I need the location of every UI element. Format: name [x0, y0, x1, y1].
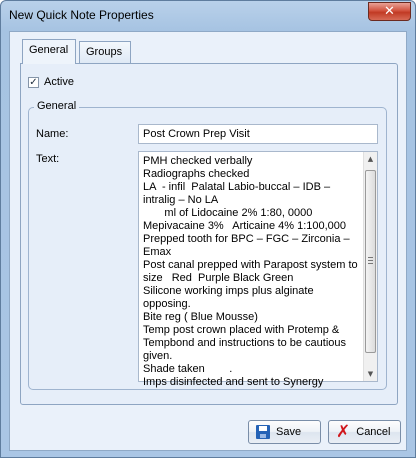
- close-icon: ✕: [384, 4, 395, 19]
- scroll-thumb[interactable]: [365, 170, 376, 353]
- text-label: Text:: [36, 153, 60, 165]
- save-button-label: Save: [276, 426, 302, 438]
- name-label: Name:: [36, 128, 69, 140]
- cancel-button-label: Cancel: [356, 426, 391, 438]
- cross-icon: ✗: [336, 422, 351, 442]
- tab-general[interactable]: General: [22, 39, 76, 64]
- scroll-up-arrow-icon[interactable]: ▲: [364, 152, 377, 166]
- general-groupbox-title: General: [34, 100, 80, 112]
- scroll-down-arrow-icon[interactable]: ▼: [364, 367, 377, 381]
- title-bar[interactable]: New Quick Note Properties ✕: [1, 1, 415, 31]
- window-title: New Quick Note Properties: [9, 8, 154, 22]
- save-button[interactable]: Save: [248, 420, 321, 444]
- dialog-window: New Quick Note Properties ✕ General Grou…: [0, 0, 416, 458]
- text-textarea-content[interactable]: PMH checked verbally Radiographs checked…: [143, 155, 361, 389]
- tab-groups[interactable]: Groups: [79, 41, 131, 63]
- cancel-button[interactable]: ✗ Cancel: [328, 420, 401, 444]
- tab-groups-label: Groups: [86, 46, 123, 58]
- close-button[interactable]: ✕: [368, 2, 411, 21]
- text-scrollbar[interactable]: ▲ ▼: [363, 152, 377, 381]
- active-checkbox-label: Active: [44, 76, 74, 88]
- name-input[interactable]: [138, 124, 378, 144]
- scroll-grip-icon: [368, 257, 373, 264]
- dialog-client-area: General Groups ✓ Active General Name: Te…: [9, 31, 407, 451]
- active-checkbox-row[interactable]: ✓ Active: [28, 74, 74, 90]
- text-textarea[interactable]: PMH checked verbally Radiographs checked…: [138, 151, 378, 388]
- tab-general-label: General: [29, 44, 69, 56]
- floppy-disk-icon: [256, 425, 270, 439]
- active-checkbox[interactable]: ✓: [28, 76, 39, 88]
